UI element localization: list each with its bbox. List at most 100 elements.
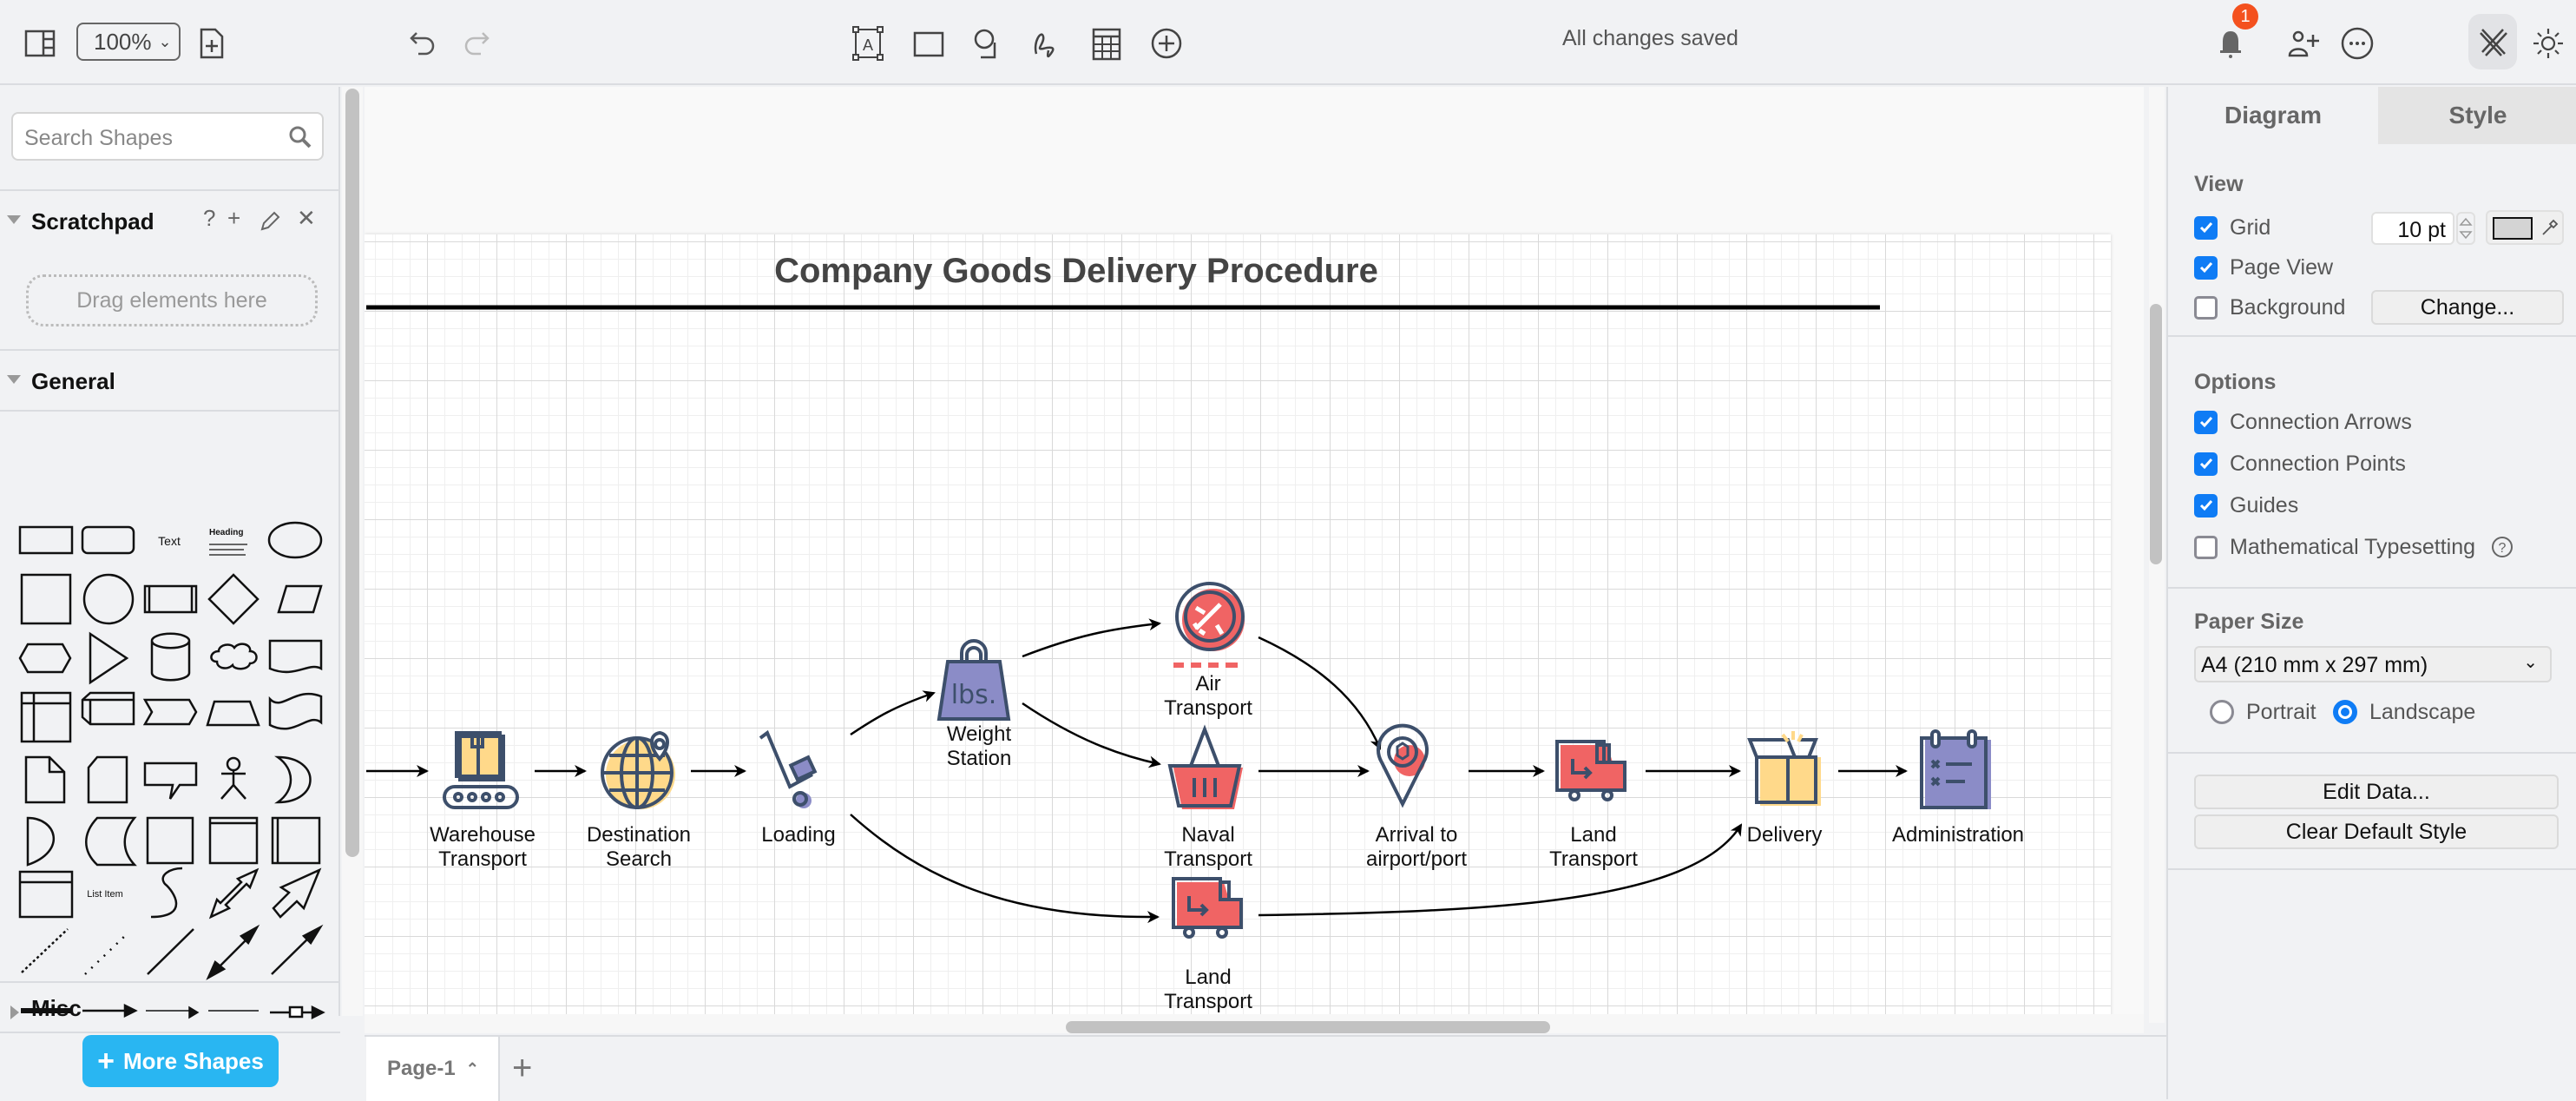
note-shape[interactable] — [24, 755, 66, 804]
card-shape[interactable] — [87, 755, 128, 804]
more-shapes-button[interactable]: + More Shapes — [82, 1035, 279, 1087]
square-shape[interactable] — [20, 573, 72, 625]
cylinder-shape[interactable] — [150, 632, 191, 682]
scratchpad-drop-zone[interactable]: Drag elements here — [26, 274, 318, 326]
hexagon-shape[interactable] — [18, 643, 72, 674]
page-view-checkbox[interactable] — [2194, 255, 2218, 280]
clear-default-style-button[interactable]: Clear Default Style — [2194, 814, 2559, 849]
grid-checkbox[interactable] — [2194, 215, 2218, 240]
triangle-shape[interactable] — [89, 631, 129, 685]
grid-size-stepper[interactable] — [2456, 212, 2475, 245]
circle-shape[interactable] — [82, 573, 135, 625]
dashed-line-shape[interactable] — [21, 928, 69, 973]
trapezoid-shape[interactable] — [206, 700, 260, 727]
share-icon[interactable] — [2281, 21, 2326, 66]
diamond-shape[interactable] — [207, 573, 260, 625]
node-label-destination[interactable]: Destination Search — [587, 823, 691, 872]
truck-icon[interactable] — [1555, 740, 1626, 801]
landscape-radio-row[interactable]: Landscape — [2333, 698, 2475, 726]
node-label-arrival[interactable]: Arrival to airport/port — [1366, 823, 1467, 872]
actor-shape[interactable] — [220, 756, 246, 800]
globe-pin-icon[interactable] — [601, 730, 675, 809]
edge-loading-land-lower[interactable] — [850, 814, 1160, 924]
freehand-icon[interactable] — [1022, 21, 1068, 66]
shapes-icon[interactable] — [965, 21, 1010, 66]
edge-air-arrival[interactable] — [1258, 636, 1382, 750]
diagram-canvas[interactable]: Company Goods Delivery Procedure lbs. Wa… — [365, 87, 2144, 1023]
format-panel-toggle[interactable] — [2468, 14, 2517, 69]
portrait-radio-row[interactable]: Portrait — [2210, 698, 2316, 726]
table-icon[interactable] — [1083, 21, 1128, 66]
scratchpad-help-button[interactable]: ? — [203, 205, 215, 232]
list-item-shape[interactable]: List Item — [87, 889, 123, 900]
node-label-delivery[interactable]: Delivery — [1747, 823, 1823, 847]
text-shape[interactable]: Text — [158, 534, 181, 548]
node-label-loading[interactable]: Loading — [761, 823, 835, 847]
background-checkbox[interactable] — [2194, 295, 2218, 320]
new-page-icon[interactable] — [189, 21, 234, 66]
guides-row[interactable]: Guides — [2194, 491, 2298, 519]
zoom-select[interactable]: 100% ⌄ — [76, 23, 181, 61]
or-shape[interactable] — [274, 755, 312, 804]
paper-size-select[interactable]: A4 (210 mm x 297 mm) ⌄ — [2194, 646, 2552, 682]
edge-loading-weight[interactable] — [850, 690, 936, 736]
rectangle-icon[interactable] — [906, 21, 951, 66]
heading-shape[interactable]: Heading — [209, 528, 243, 537]
airplane-icon[interactable] — [1173, 582, 1245, 668]
misc-header[interactable]: Misc — [0, 981, 340, 1033]
internal-storage-shape[interactable] — [20, 691, 72, 743]
scratchpad-header[interactable]: Scratchpad ? + ✕ — [0, 189, 340, 250]
page-view-checkbox-row[interactable]: Page View — [2194, 254, 2333, 281]
grid-checkbox-row[interactable]: Grid — [2194, 214, 2270, 241]
redo-icon[interactable] — [453, 21, 498, 66]
dotted-line-shape[interactable] — [84, 932, 129, 975]
data-storage-shape[interactable] — [85, 816, 137, 867]
edge-weight-naval[interactable] — [1022, 702, 1161, 768]
add-page-button[interactable]: + — [512, 1049, 532, 1088]
bidirectional-arrow-shape[interactable] — [208, 867, 260, 920]
scratchpad-close-button[interactable]: ✕ — [297, 205, 316, 232]
landscape-radio[interactable] — [2333, 700, 2357, 724]
node-label-weight[interactable]: Weight Station — [947, 722, 1012, 771]
edge-land-lower-delivery[interactable] — [1258, 823, 1743, 917]
tab-page-1[interactable]: Page-1 ⌃ — [366, 1037, 500, 1101]
cube-shape[interactable] — [81, 691, 135, 726]
help-icon[interactable]: ? — [2491, 536, 2514, 558]
node-label-warehouse[interactable]: Warehouse Transport — [430, 823, 536, 872]
theme-icon[interactable] — [2526, 21, 2571, 66]
guides-checkbox[interactable] — [2194, 493, 2218, 518]
scratchpad-edit-icon[interactable] — [259, 210, 281, 233]
ellipse-shape[interactable] — [267, 521, 323, 559]
conveyor-box-icon[interactable] — [443, 731, 519, 809]
insert-icon[interactable] — [1144, 21, 1189, 66]
line-shape[interactable] — [147, 928, 194, 975]
search-icon[interactable] — [287, 124, 313, 150]
node-label-administration[interactable]: Administration — [1892, 823, 2024, 847]
process-shape[interactable] — [143, 584, 198, 614]
node-label-land-lower[interactable]: Land Transport — [1164, 966, 1252, 1014]
vertical-container-shape[interactable] — [208, 816, 259, 865]
grid-size-input[interactable]: 10 pt — [2371, 212, 2454, 245]
checklist-icon[interactable] — [1920, 729, 1991, 809]
sidebar-scrollbar-thumb[interactable] — [345, 89, 359, 857]
directional-connector-shape[interactable] — [271, 924, 324, 975]
parallelogram-shape[interactable] — [277, 584, 323, 614]
node-label-naval[interactable]: Naval Transport — [1164, 823, 1252, 872]
edge-weight-air[interactable] — [1022, 618, 1161, 658]
connection-arrows-checkbox[interactable] — [2194, 410, 2218, 434]
connection-points-row[interactable]: Connection Points — [2194, 450, 2406, 478]
general-header[interactable]: General — [0, 349, 340, 410]
rounded-rectangle-shape[interactable] — [81, 525, 135, 555]
arrow-shape[interactable] — [272, 867, 322, 919]
weight-icon[interactable]: lbs. — [936, 639, 1011, 721]
change-background-button[interactable]: Change... — [2371, 290, 2564, 325]
list-shape[interactable] — [18, 870, 74, 919]
step-shape[interactable] — [142, 698, 198, 726]
chevron-up-icon[interactable]: ⌃ — [466, 1060, 479, 1078]
location-pin-icon[interactable] — [1377, 723, 1429, 808]
grid-color-button[interactable] — [2486, 210, 2564, 245]
node-label-air[interactable]: Air Transport — [1164, 672, 1252, 721]
document-shape[interactable] — [268, 639, 323, 674]
search-shapes-input[interactable]: Search Shapes — [11, 112, 324, 161]
truck-icon[interactable] — [1172, 877, 1243, 939]
